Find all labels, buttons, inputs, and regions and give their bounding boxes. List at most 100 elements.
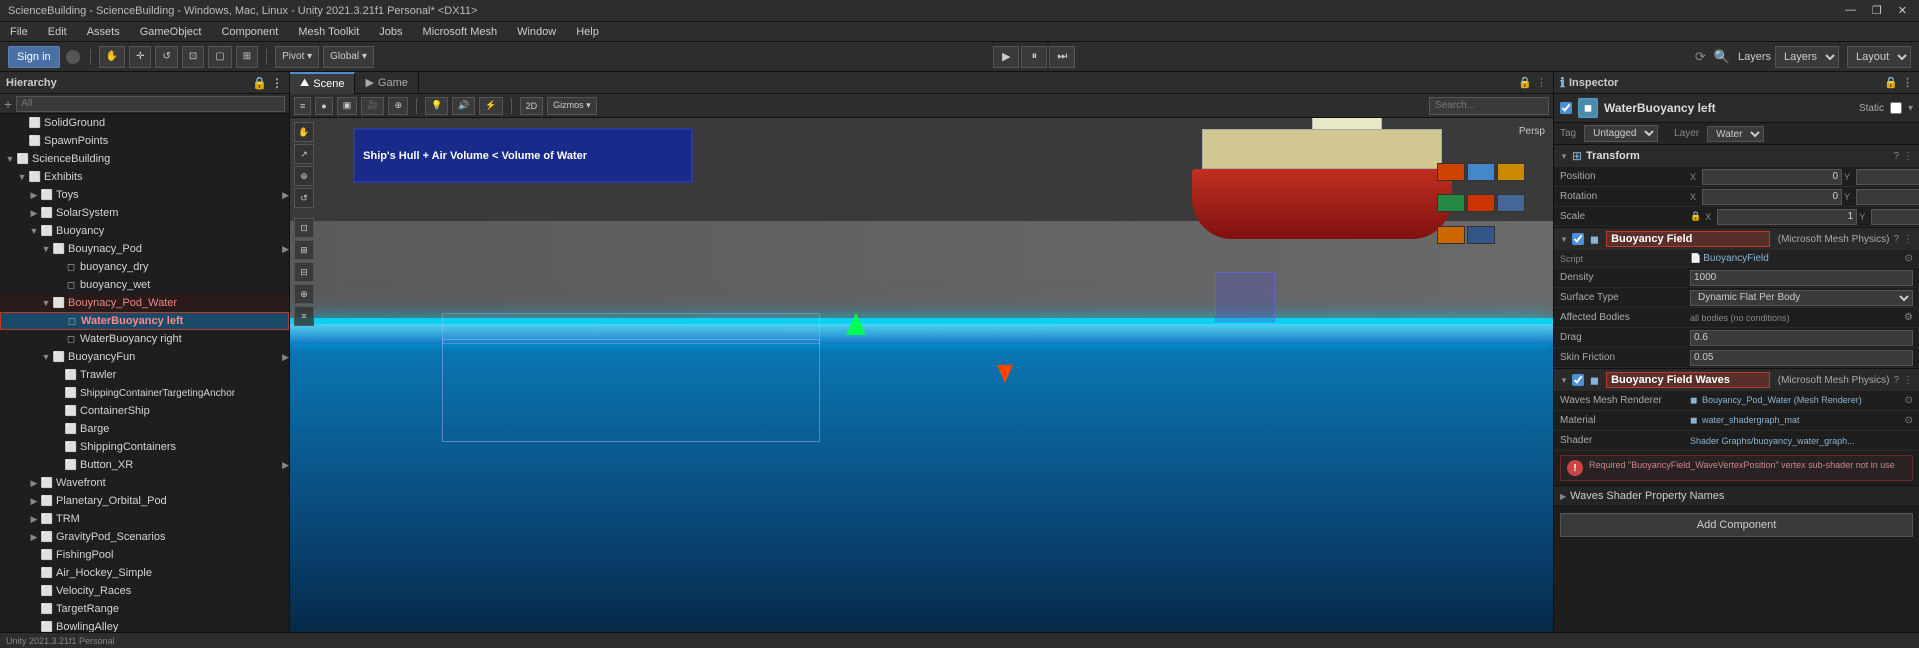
hand-tool-btn[interactable]: ✋ [99,46,125,68]
inspector-lock-icon[interactable]: 🔒 [1884,76,1898,89]
menu-microsoft-mesh[interactable]: Microsoft Mesh [419,26,502,38]
scene-tool-extra2[interactable]: ⊞ [294,240,314,260]
menu-window[interactable]: Window [513,26,560,38]
scene-header-lock[interactable]: 🔒 [1518,76,1532,89]
surface-type-dropdown[interactable]: Dynamic Flat Per Body [1690,290,1913,306]
tree-item-buoyancy-wet[interactable]: ◻ buoyancy_wet [0,276,289,294]
scene-toolbar-btn5[interactable]: ⊕ [388,97,408,115]
maximize-btn[interactable]: ❐ [1868,4,1886,17]
scene-viewport[interactable]: Ship's Hull + Air Volume < Volume of Wat… [290,118,1553,632]
hierarchy-search-input[interactable] [16,96,285,112]
scene-2d-btn[interactable]: 2D [520,97,544,115]
static-checkbox[interactable] [1890,102,1902,114]
tree-item-sciencebuilding[interactable]: ▼ ⬜ ScienceBuilding [0,150,289,168]
scene-tool-extra5[interactable]: ≡ [294,306,314,326]
add-component-button[interactable]: Add Component [1560,513,1913,537]
add-gameobject-btn[interactable]: + [4,96,12,112]
pivot-btn[interactable]: Pivot ▾ [275,46,319,68]
rotate-tool-btn[interactable]: ↺ [155,46,177,68]
tree-item-targetrange[interactable]: ⬜ TargetRange [0,600,289,618]
transform-settings-btn[interactable]: ⋮ [1903,151,1913,162]
close-btn[interactable]: ✕ [1894,4,1911,17]
scene-nav-tool[interactable]: ↗ [294,144,314,164]
tree-item-waterbuoyancy-right[interactable]: ◻ WaterBuoyancy right [0,330,289,348]
rotation-y-input[interactable] [1856,189,1919,205]
tree-item-solarsystem[interactable]: ▶ ⬜ SolarSystem [0,204,289,222]
position-y-input[interactable] [1856,169,1919,185]
menu-edit[interactable]: Edit [44,26,71,38]
buoyancy-field-header[interactable]: ▼ ◼ Buoyancy Field (Microsoft Mesh Physi… [1554,228,1919,250]
tree-item-exhibits[interactable]: ▼ ⬜ Exhibits [0,168,289,186]
tree-item-velocity-races[interactable]: ⬜ Velocity_Races [0,582,289,600]
tree-item-trm[interactable]: ▶ ⬜ TRM [0,510,289,528]
density-input[interactable] [1690,270,1913,286]
rotation-x-input[interactable] [1702,189,1842,205]
tree-item-shippingcontainers[interactable]: ⬜ ShippingContainers [0,438,289,456]
layers-dropdown[interactable]: Layers [1775,46,1839,68]
scene-header-more[interactable]: ⋮ [1536,76,1547,89]
buoyancy-field-help-btn[interactable]: ? [1893,234,1899,245]
scene-hand-tool[interactable]: ✋ [294,122,314,142]
tree-item-barge[interactable]: ⬜ Barge [0,420,289,438]
buoyancy-field-settings-btn[interactable]: ⋮ [1903,234,1913,245]
scale-y-input[interactable] [1871,209,1919,225]
tab-game[interactable]: ▶ Game [355,72,418,94]
transform-tool-btn[interactable]: ⊞ [236,46,258,68]
sign-in-button[interactable]: Sign in [8,46,60,68]
tree-item-bouynacy-pod[interactable]: ▼ ⬜ Bouynacy_Pod ▶ [0,240,289,258]
waves-mesh-renderer-select-icon[interactable]: ⊙ [1905,395,1913,406]
global-btn[interactable]: Global ▾ [323,46,374,68]
scene-toolbar-btn7[interactable]: 🔊 [452,97,475,115]
scene-rotate-view-tool[interactable]: ↺ [294,188,314,208]
buoyancy-field-active-checkbox[interactable] [1572,233,1584,245]
tree-item-buoyancy[interactable]: ▼ ⬜ Buoyancy [0,222,289,240]
tree-item-waterbuoyancy-left[interactable]: ◻ WaterBuoyancy left [0,312,289,330]
move-tool-btn[interactable]: ✛ [129,46,151,68]
tree-item-containership[interactable]: ⬜ ContainerShip [0,402,289,420]
scale-x-input[interactable] [1717,209,1857,225]
tree-item-buoyancy-dry[interactable]: ◻ buoyancy_dry [0,258,289,276]
hierarchy-lock-icon[interactable]: 🔒 [252,76,267,90]
position-x-input[interactable] [1702,169,1842,185]
waves-shader-property-section[interactable]: ▶ Waves Shader Property Names [1554,486,1919,507]
tag-dropdown[interactable]: Untagged [1584,125,1658,142]
tree-item-spawnpoints[interactable]: ⬜ SpawnPoints [0,132,289,150]
menu-mesh-toolkit[interactable]: Mesh Toolkit [294,26,363,38]
step-button[interactable]: ⏭ [1049,46,1075,68]
scene-toolbar-btn2[interactable]: ● [315,97,332,115]
tree-item-fishingpool[interactable]: ⬜ FishingPool [0,546,289,564]
scene-toolbar-btn1[interactable]: ≡ [294,97,311,115]
minimize-btn[interactable]: — [1841,4,1860,17]
scene-zoom-tool[interactable]: ⊕ [294,166,314,186]
object-name-input[interactable] [1604,101,1853,115]
drag-input[interactable] [1690,330,1913,346]
scene-search-input[interactable] [1429,97,1549,115]
tree-item-wavefront[interactable]: ▶ ⬜ Wavefront [0,474,289,492]
menu-gameobject[interactable]: GameObject [136,26,206,38]
layer-dropdown[interactable]: Water [1707,126,1764,142]
pause-button[interactable]: ⏸ [1021,46,1047,68]
tree-item-solidground[interactable]: ⬜ SolidGround [0,114,289,132]
tree-item-gravitypod[interactable]: ▶ ⬜ GravityPod_Scenarios [0,528,289,546]
skin-friction-input[interactable] [1690,350,1913,366]
tree-item-planetary[interactable]: ▶ ⬜ Planetary_Orbital_Pod [0,492,289,510]
tab-scene[interactable]: ⛰ Scene [290,72,355,94]
scale-tool-btn[interactable]: ⊡ [182,46,204,68]
play-button[interactable]: ▶ [993,46,1019,68]
scene-tool-extra4[interactable]: ⊕ [294,284,314,304]
buoyancy-field-waves-header[interactable]: ▼ ◼ Buoyancy Field Waves (Microsoft Mesh… [1554,369,1919,391]
scene-tool-extra1[interactable]: ⊡ [294,218,314,238]
scene-toolbar-btn3[interactable]: ▣ [337,97,358,115]
menu-component[interactable]: Component [217,26,282,38]
scene-tool-extra3[interactable]: ⊟ [294,262,314,282]
tree-item-toys[interactable]: ▶ ⬜ Toys ▶ [0,186,289,204]
tree-item-airhockey[interactable]: ⬜ Air_Hockey_Simple [0,564,289,582]
transform-header[interactable]: ▼ ⊞ Transform ? ⋮ [1554,145,1919,167]
scene-toolbar-btn4[interactable]: 🎥 [361,97,384,115]
menu-jobs[interactable]: Jobs [375,26,406,38]
material-select-icon[interactable]: ⊙ [1905,415,1913,426]
layout-dropdown[interactable]: Layout [1847,46,1911,68]
tree-item-buoyancyfun[interactable]: ▼ ⬜ BuoyancyFun ▶ [0,348,289,366]
tree-item-shippingcontainer-targeting[interactable]: ⬜ ShippingContainerTargetingAnchor [0,384,289,402]
rect-tool-btn[interactable]: ▢ [208,46,231,68]
